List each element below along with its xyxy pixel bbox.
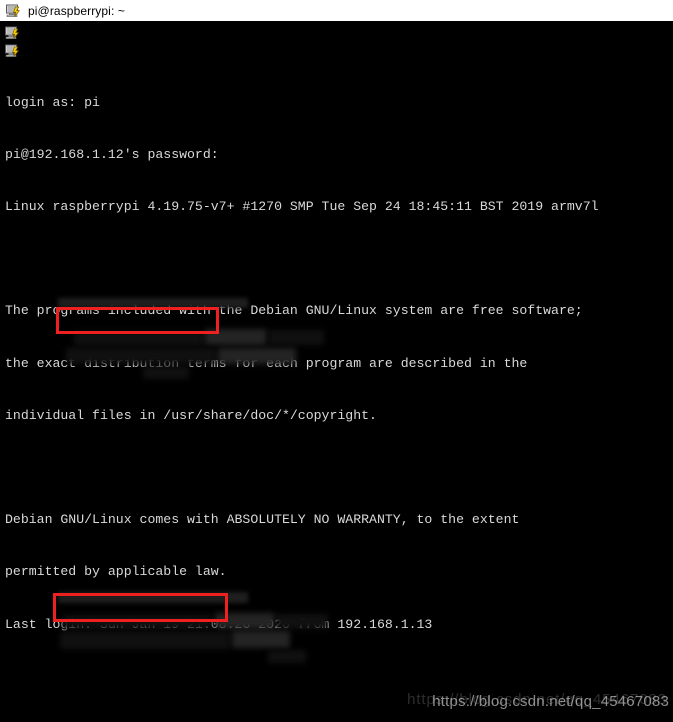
terminal-line: permitted by applicable law. xyxy=(5,564,227,580)
terminal-line: login as: pi xyxy=(5,94,100,110)
terminal-line: Last login: Sun Jan 19 21:08:26 2020 fro… xyxy=(5,616,433,632)
putty-terminal-icon xyxy=(5,3,21,19)
putty-terminal-icon xyxy=(4,43,20,59)
terminal-line: Linux raspberrypi 4.19.75-v7+ #1270 SMP … xyxy=(5,199,599,215)
terminal-line: The programs included with the Debian GN… xyxy=(5,303,583,319)
window-titlebar: pi@raspberrypi: ~ xyxy=(0,0,673,21)
window-title: pi@raspberrypi: ~ xyxy=(28,3,125,18)
terminal-line: pi@192.168.1.12's password: xyxy=(5,146,219,162)
putty-terminal-window: pi@raspberrypi: ~ login as: pi pi@192.16… xyxy=(0,0,673,722)
terminal-line: the exact distribution terms for each pr… xyxy=(5,355,528,371)
terminal-output-area[interactable]: login as: pi pi@192.168.1.12's password:… xyxy=(0,21,673,722)
terminal-line: individual files in /usr/share/doc/*/cop… xyxy=(5,407,377,423)
putty-terminal-icon xyxy=(4,25,20,41)
terminal-line: Debian GNU/Linux comes with ABSOLUTELY N… xyxy=(5,512,520,528)
